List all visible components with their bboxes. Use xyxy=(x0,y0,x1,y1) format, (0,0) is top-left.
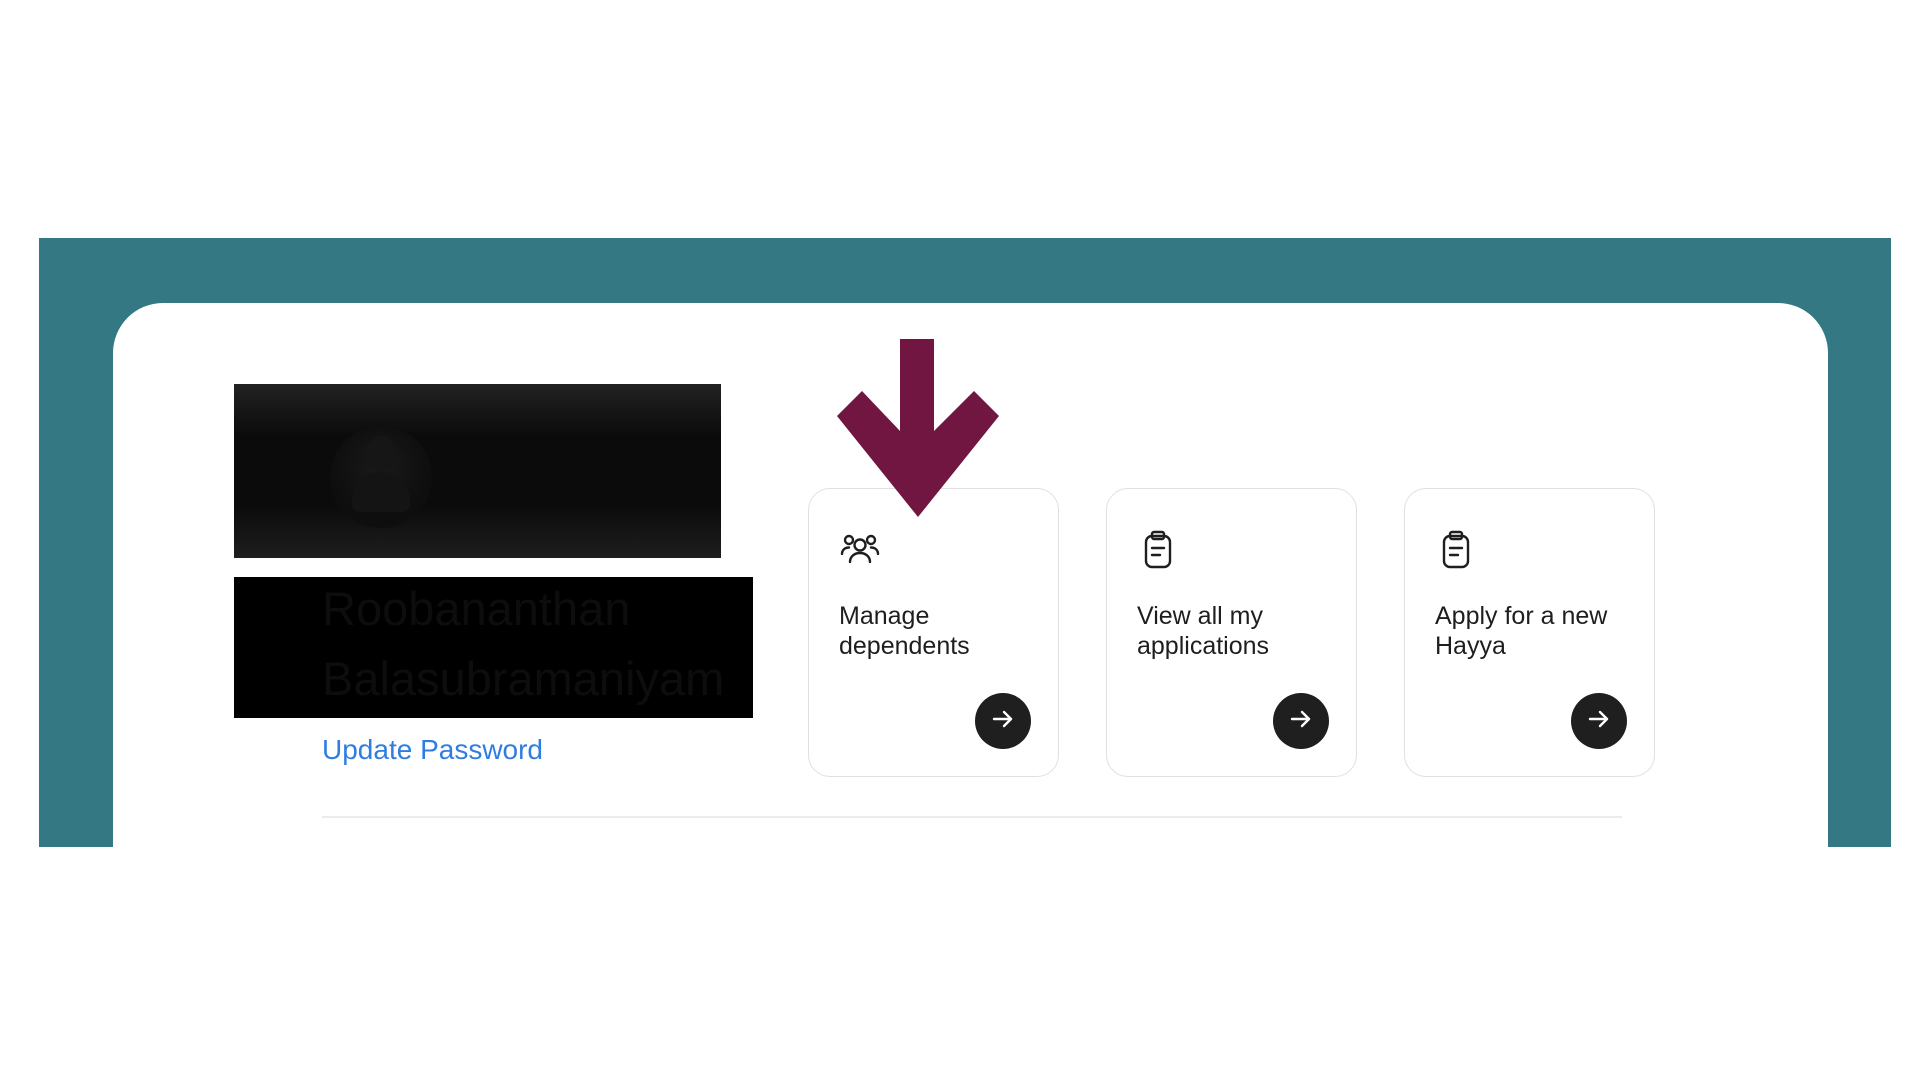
divider xyxy=(322,816,1622,818)
clipboard-icon xyxy=(1137,529,1179,571)
annotation-arrow-down-icon xyxy=(837,339,999,517)
manage-dependents-card[interactable]: Manage dependents xyxy=(808,488,1059,777)
arrow-right-button[interactable] xyxy=(975,693,1031,749)
arrow-right-button[interactable] xyxy=(1571,693,1627,749)
user-first-name: Roobananthan xyxy=(322,582,631,635)
avatar-body-shape xyxy=(352,472,410,512)
arrow-right-button[interactable] xyxy=(1273,693,1329,749)
users-icon xyxy=(839,529,881,571)
screen: Roobananthan Balasubramaniyam Update Pas… xyxy=(0,0,1920,1080)
apply-hayya-card[interactable]: Apply for a new Hayya xyxy=(1404,488,1655,777)
avatar-head-shape xyxy=(366,436,396,472)
arrow-right-icon xyxy=(1586,706,1612,737)
avatar xyxy=(330,426,432,528)
update-password-link[interactable]: Update Password xyxy=(322,734,543,766)
name-redaction: Roobananthan Balasubramaniyam xyxy=(234,577,753,718)
view-applications-card[interactable]: View all my applications xyxy=(1106,488,1357,777)
arrow-right-icon xyxy=(990,706,1016,737)
user-last-name: Balasubramaniyam xyxy=(322,652,725,705)
arrow-right-icon xyxy=(1288,706,1314,737)
card-label: Apply for a new Hayya xyxy=(1435,602,1608,660)
clipboard-icon xyxy=(1435,529,1477,571)
card-label: Manage dependents xyxy=(839,602,970,660)
header-band: Roobananthan Balasubramaniyam Update Pas… xyxy=(39,238,1891,847)
card-label: View all my applications xyxy=(1137,602,1270,660)
avatar-redaction xyxy=(234,384,721,558)
